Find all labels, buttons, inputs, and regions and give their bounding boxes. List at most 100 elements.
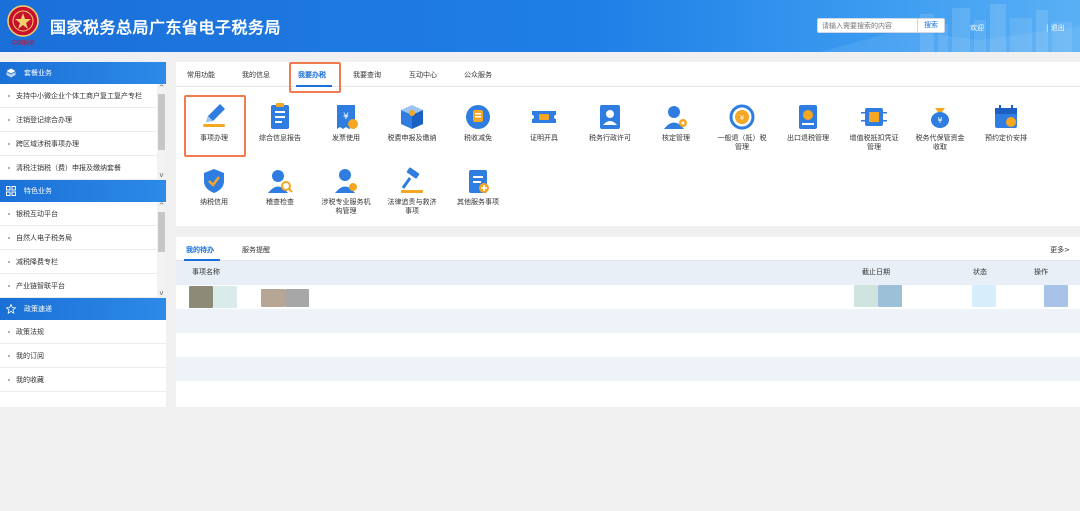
sidebar-item-label: 我的收藏 [16,375,44,384]
tile-label: 增值税抵扣凭证 管理 [849,134,899,151]
sidebar-scrollbar[interactable]: ^ v [157,202,166,298]
grid-icon [6,186,16,196]
chip-icon [861,108,887,126]
tile-certificate[interactable]: 证明开具 [508,102,580,143]
sidebar-item[interactable]: 清税注销税（费）申报及缴纳套餐 [0,156,166,180]
user-search-icon [268,170,293,193]
sidebar-scrollbar[interactable]: ^ v [157,84,166,180]
scroll-down-icon[interactable]: v [157,289,166,298]
search-button[interactable]: 搜索 [917,18,945,33]
tab-query[interactable]: 我要查询 [353,70,381,80]
tab-interaction[interactable]: 互动中心 [409,70,437,80]
book-icon [799,105,817,129]
tile-label: 税务行政许可 [589,134,631,142]
sidebar-group-featured[interactable]: 特色业务 [0,180,166,202]
tile-invoice[interactable]: ¥ 发票使用 [310,102,382,143]
sidebar-group-packages[interactable]: 套餐业务 [0,62,166,84]
search-input[interactable] [817,18,919,33]
blurred-content [972,285,996,307]
sidebar-group-policy[interactable]: 政策速递 [0,298,166,320]
tile-label: 稽查检查 [266,198,294,206]
table-row[interactable] [176,381,1080,405]
table-row[interactable] [176,357,1080,381]
tile-declaration[interactable]: 税费申报及缴纳 [376,102,448,143]
tab-my-todo[interactable]: 我的待办 [186,245,214,255]
scroll-thumb[interactable] [158,94,165,150]
clipboard-plus-icon [469,170,489,193]
tile-assessment[interactable]: 核定管理 [640,102,712,143]
user-gear-icon [664,106,687,129]
tile-legal-remedy[interactable]: 法律追责与救济 事项 [376,166,448,216]
tile-inspection[interactable]: 稽查检查 [244,166,316,207]
sidebar-item-label: 政策法规 [16,327,44,336]
blurred-content [213,286,237,308]
sidebar-item[interactable]: 自然人电子税务局 [0,226,166,250]
box-icon [401,105,423,129]
document-icon [271,103,289,129]
tile-label: 其他服务事项 [457,198,499,206]
tile-label: 预约定价安排 [985,134,1027,142]
sidebar-item[interactable]: 我的收藏 [0,368,166,392]
welcome-text: 欢迎 [970,24,984,32]
sidebar-item[interactable]: 我的订阅 [0,344,166,368]
sidebar-item[interactable]: 注销登记综合办理 [0,108,166,132]
user-card-icon [600,105,620,129]
refund-icon: ¥ [729,104,755,130]
sidebar-item[interactable]: 银税互动平台 [0,202,166,226]
sidebar-item[interactable]: 减税降费专栏 [0,250,166,274]
person-badge-icon [335,169,357,193]
blurred-content [189,286,213,308]
tile-info-report[interactable]: 综合信息报告 [244,102,316,143]
tile-admin-license[interactable]: 税务行政许可 [574,102,646,143]
money-bag-icon: ¥ [931,108,949,128]
table-row[interactable] [176,285,1080,309]
col-action: 操作 [1034,268,1048,276]
more-link[interactable]: 更多> [1050,245,1070,255]
blurred-content [878,285,902,307]
tile-refund[interactable]: ¥ 一般退（抵）税 管理 [706,102,778,152]
sidebar-item-label: 银税互动平台 [16,209,58,218]
tile-label: 综合信息报告 [259,134,301,142]
tab-common-functions[interactable]: 常用功能 [187,70,215,80]
sidebar-item-label: 清税注销税（费）申报及缴纳套餐 [16,163,121,172]
todo-tabs: 我的待办 服务提醒 更多> [176,237,1080,261]
site-header: 中国税务 国家税务总局广东省电子税务局 搜索 欢迎 | 退出 [0,0,1080,52]
tile-export-refund[interactable]: 出口退税管理 [772,102,844,143]
sidebar-item-label: 自然人电子税务局 [16,233,72,242]
tax-emblem-logo: 中国税务 [7,5,39,47]
tile-other-services[interactable]: 其他服务事项 [442,166,514,207]
scroll-thumb[interactable] [158,212,165,252]
tile-service-agency[interactable]: 涉税专业服务机 构管理 [310,166,382,216]
tile-label: 核定管理 [662,134,690,142]
sidebar-item[interactable]: 政策法规 [0,320,166,344]
tile-label: 证明开具 [530,134,558,142]
tile-tax-credit[interactable]: 纳税信用 [178,166,250,207]
emblem-caption: 中国税务 [11,39,35,47]
sidebar-item[interactable]: 跨区域涉税事项办理 [0,132,166,156]
scroll-up-icon[interactable]: ^ [157,84,166,93]
scroll-down-icon[interactable]: v [157,171,166,180]
blurred-content [285,289,309,307]
calendar-icon [995,105,1017,128]
tile-vat-deduction[interactable]: 增值税抵扣凭证 管理 [838,102,910,152]
table-row[interactable] [176,309,1080,333]
coin-icon [466,105,490,129]
tile-tax-relief[interactable]: 税收减免 [442,102,514,143]
sidebar-item-label: 我的订阅 [16,351,44,360]
logout-link[interactable]: | 退出 [1046,23,1065,33]
sidebar-item[interactable]: 支持中小微企业个体工商户复工复产专栏 [0,84,166,108]
scroll-up-icon[interactable]: ^ [157,202,166,211]
tile-pricing[interactable]: 预约定价安排 [970,102,1042,143]
svg-text:¥: ¥ [740,114,745,122]
tab-service-reminder[interactable]: 服务提醒 [242,245,270,255]
sidebar-item[interactable]: 产业链智联平台 [0,274,166,298]
col-status: 状态 [973,268,987,276]
tile-fund-custody[interactable]: ¥ 税务代保管资金 收取 [904,102,976,152]
tab-my-info[interactable]: 我的信息 [242,70,270,80]
svg-text:¥: ¥ [937,116,942,125]
svg-text:¥: ¥ [343,112,349,122]
tile-label: 税务代保管资金 收取 [915,134,965,151]
tab-public-service[interactable]: 公众服务 [464,70,492,80]
sidebar-group-title: 政策速递 [24,305,52,313]
table-row[interactable] [176,333,1080,357]
